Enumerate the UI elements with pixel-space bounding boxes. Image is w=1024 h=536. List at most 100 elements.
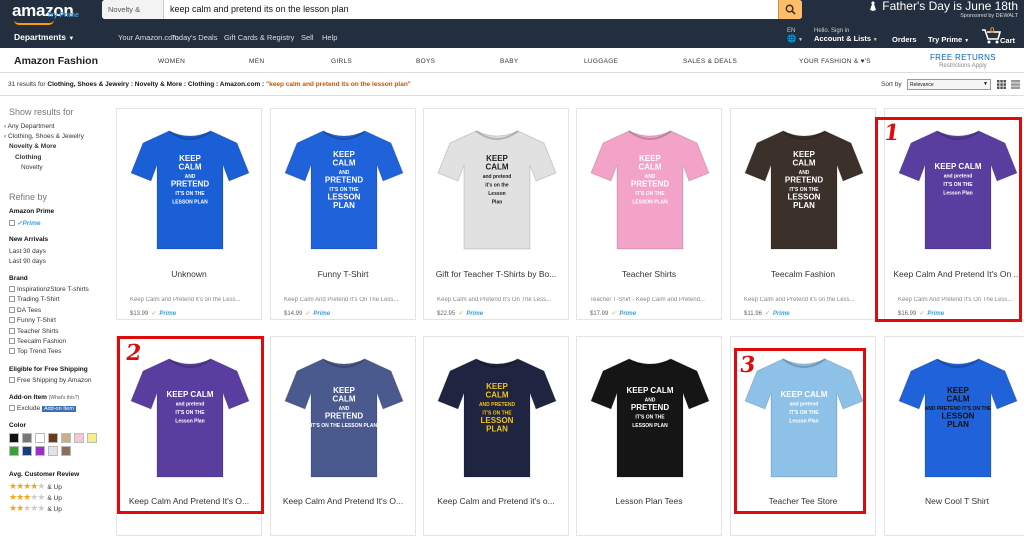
- color-swatch[interactable]: [87, 433, 97, 443]
- free-returns-banner[interactable]: FREE RETURNS Restrictions Apply: [930, 52, 996, 70]
- cat-any-department[interactable]: ‹ Any Department: [4, 123, 55, 130]
- color-swatch[interactable]: [9, 433, 19, 443]
- search-scope-select[interactable]: Novelty & More▼: [102, 0, 164, 19]
- product-title[interactable]: Teecalm Fashion: [731, 269, 875, 279]
- stars-4-up[interactable]: ★★★★★ & Up: [9, 481, 62, 492]
- color-swatch[interactable]: [48, 433, 58, 443]
- product-image[interactable]: KEEPCALMAND PRETENDIT'S ON THELESSONPLAN: [432, 345, 562, 485]
- product-title[interactable]: Keep Calm And Pretend It's O...: [117, 496, 261, 506]
- product-card[interactable]: KEEP CALM AND PRETEND IT'S ON THE LESSON PLAN…: [116, 108, 262, 320]
- product-image[interactable]: KEEPCALMAND PRETEND IT'S ON THELESSONPLA…: [893, 345, 1023, 485]
- fashion-cat-women[interactable]: WOMEN: [158, 58, 185, 65]
- product-image[interactable]: KEEPCALMANDPRETENDIT'S ON THELESSONPLAN: [739, 117, 869, 257]
- fashion-cat-luggage[interactable]: LUGGAGE: [584, 58, 618, 65]
- product-image[interactable]: KEEP CALM and pretend IT'S ON THE Lesson Pl…: [893, 117, 1023, 257]
- product-card[interactable]: KEEP CALM AND PRETEND IT'S ON THE LESSON PLAN F…: [270, 108, 416, 320]
- product-card[interactable]: KEEP CALM AND PRETEND IT'S ON THE LESSON PLA…: [270, 336, 416, 536]
- arrivals-90-days[interactable]: Last 90 days: [9, 258, 46, 265]
- product-title[interactable]: Keep Calm And Pretend It's O...: [271, 496, 415, 506]
- product-description[interactable]: Keep Calm and Pretend it's on the Less..…: [130, 297, 256, 303]
- product-card[interactable]: KEEP CALM and pretend IT'S ON THE Lesson Pl…: [116, 336, 262, 536]
- product-title[interactable]: Keep Calm And Pretend It's On ...: [885, 269, 1024, 279]
- color-swatch[interactable]: [48, 446, 58, 456]
- product-image[interactable]: KEEPCALMANDPRETENDIT'S ON THELESSON PLAN: [125, 117, 255, 257]
- product-description[interactable]: Keep Calm and Pretend It's On The Less..…: [437, 297, 563, 303]
- product-image[interactable]: KEEPCALMANDPRETENDIT'S ON THE LESSON PLA…: [279, 345, 409, 485]
- product-image[interactable]: KEEPCALMand pretendit's on theLessonPlan: [432, 117, 562, 257]
- color-swatch[interactable]: [35, 446, 45, 456]
- fashion-cat-boys[interactable]: BOYS: [416, 58, 435, 65]
- grid-view-icon[interactable]: [997, 80, 1006, 89]
- fashion-cat-baby[interactable]: BABY: [500, 58, 519, 65]
- exclude-addon-checkbox[interactable]: Exclude Add-on Item: [9, 405, 76, 412]
- brand-filter-item[interactable]: Teacher Shirts: [9, 328, 59, 335]
- free-shipping-checkbox[interactable]: Free Shipping by Amazon: [9, 377, 91, 384]
- amazon-fashion-brand[interactable]: Amazon Fashion: [14, 55, 98, 67]
- product-title[interactable]: Teacher Shirts: [577, 269, 721, 279]
- product-image[interactable]: KEEP CALM and pretend IT'S ON THE Lesson Pl…: [125, 345, 255, 485]
- promo-banner[interactable]: Father's Day is June 18th Sponsored by D…: [868, 0, 1018, 19]
- search-button[interactable]: [778, 0, 802, 19]
- account-menu[interactable]: Hello. Sign in Account & Lists ▼: [814, 27, 878, 44]
- departments-menu[interactable]: Departments ▼: [14, 32, 74, 42]
- cat-novelty[interactable]: Novelty: [21, 164, 43, 171]
- product-description[interactable]: Keep Calm And Pretend It's On The Less..…: [284, 297, 410, 303]
- fashion-cat-girls[interactable]: GIRLS: [331, 58, 352, 65]
- brand-filter-item[interactable]: DA Tees: [9, 307, 41, 314]
- product-card[interactable]: KEEP CALM AND PRETEND IT'S ON THE LESSON PLAN T…: [730, 108, 876, 320]
- product-description[interactable]: Teacher T-Shirt - Keep Calm and Pretend.…: [590, 297, 716, 303]
- list-view-icon[interactable]: [1011, 80, 1020, 89]
- product-card[interactable]: KEEP CALM and pretend it's on the Lesson Plan…: [423, 108, 569, 320]
- product-description[interactable]: Keep Calm and Pretend it's on the Less..…: [744, 297, 870, 303]
- language-selector[interactable]: EN 🌐 ▼: [787, 27, 803, 44]
- brand-filter-item[interactable]: InspirationzStore T-shirts: [9, 286, 89, 293]
- arrivals-30-days[interactable]: Last 30 days: [9, 248, 46, 255]
- color-swatch[interactable]: [61, 433, 71, 443]
- product-card[interactable]: KEEP CALM AND PRETEND IT'S ON THE LESSON PLA…: [884, 336, 1024, 536]
- cart-button[interactable]: 0 Cart: [982, 26, 1015, 49]
- color-swatch[interactable]: [22, 433, 32, 443]
- nav-link-your-amazon[interactable]: Your Amazon.com: [118, 33, 179, 42]
- fashion-cat-men[interactable]: MEN: [249, 58, 264, 65]
- product-image[interactable]: KEEP CALMANDPRETENDIT'S ON THELESSON PLA…: [585, 345, 715, 485]
- product-image[interactable]: KEEPCALMANDPRETENDIT'S ON THELESSON PLAN: [585, 117, 715, 257]
- color-swatch[interactable]: [35, 433, 45, 443]
- product-card[interactable]: KEEP CALM AND PRETEND IT'S ON THE LESSON PLAN…: [576, 108, 722, 320]
- product-title[interactable]: Funny T-Shirt: [271, 269, 415, 279]
- color-swatch[interactable]: [74, 433, 84, 443]
- sort-select[interactable]: Relevance ▼: [907, 79, 991, 90]
- brand-filter-item[interactable]: Trading T-Shirt: [9, 296, 60, 303]
- prime-filter-checkbox[interactable]: ✓Prime: [9, 219, 41, 227]
- fashion-cat-your-fashion[interactable]: YOUR FASHION & ♥'S: [799, 58, 871, 65]
- color-swatch[interactable]: [22, 446, 32, 456]
- product-title[interactable]: Teacher Tee Store: [731, 496, 875, 506]
- try-prime-menu[interactable]: Try Prime ▼: [928, 35, 969, 44]
- product-title[interactable]: Keep Calm and Pretend it's o...: [424, 496, 568, 506]
- product-title[interactable]: Unknown: [117, 269, 261, 279]
- nav-link-help[interactable]: Help: [322, 33, 337, 42]
- product-image[interactable]: KEEPCALMANDPRETENDIT'S ON THELESSONPLAN: [279, 117, 409, 257]
- stars-2-up[interactable]: ★★★★★ & Up: [9, 503, 62, 514]
- color-swatch[interactable]: [61, 446, 71, 456]
- brand-filter-item[interactable]: Teecalm Fashion: [9, 338, 66, 345]
- product-image[interactable]: KEEP CALM and pretend IT'S ON THE Lesson Pl…: [739, 345, 869, 485]
- stars-3-up[interactable]: ★★★★★ & Up: [9, 492, 62, 503]
- nav-link-gift-cards[interactable]: Gift Cards & Registry: [224, 33, 294, 42]
- product-card[interactable]: KEEP CALM AND PRETEND IT'S ON THE LESSON PLA…: [576, 336, 722, 536]
- try-prime-link[interactable]: Try Prime: [47, 12, 79, 19]
- nav-link-sell[interactable]: Sell: [301, 33, 314, 42]
- brand-filter-item[interactable]: Funny T-Shirt: [9, 317, 56, 324]
- cat-clothing[interactable]: Clothing: [15, 154, 41, 161]
- brand-filter-item[interactable]: Top Trend Tees: [9, 348, 61, 355]
- product-title[interactable]: New Cool T Shirt: [885, 496, 1024, 506]
- product-description[interactable]: Keep Calm And Pretend It's On The Less..…: [898, 297, 1024, 303]
- color-swatch[interactable]: [9, 446, 19, 456]
- product-title[interactable]: Gift for Teacher T-Shirts by Bo...: [424, 269, 568, 279]
- fashion-cat-sales[interactable]: SALES & DEALS: [683, 58, 737, 65]
- product-title[interactable]: Lesson Plan Tees: [577, 496, 721, 506]
- search-input[interactable]: [170, 0, 770, 19]
- product-card[interactable]: KEEP CALM and pretend IT'S ON THE Lesson Pl…: [884, 108, 1024, 320]
- product-card[interactable]: KEEP CALM AND PRETEND IT'S ON THE LESSON PLAN…: [423, 336, 569, 536]
- cat-clothing-shoes-jewelry[interactable]: ‹ Clothing, Shoes & Jewelry: [4, 133, 84, 140]
- cat-novelty-more[interactable]: Novelty & More: [9, 143, 56, 150]
